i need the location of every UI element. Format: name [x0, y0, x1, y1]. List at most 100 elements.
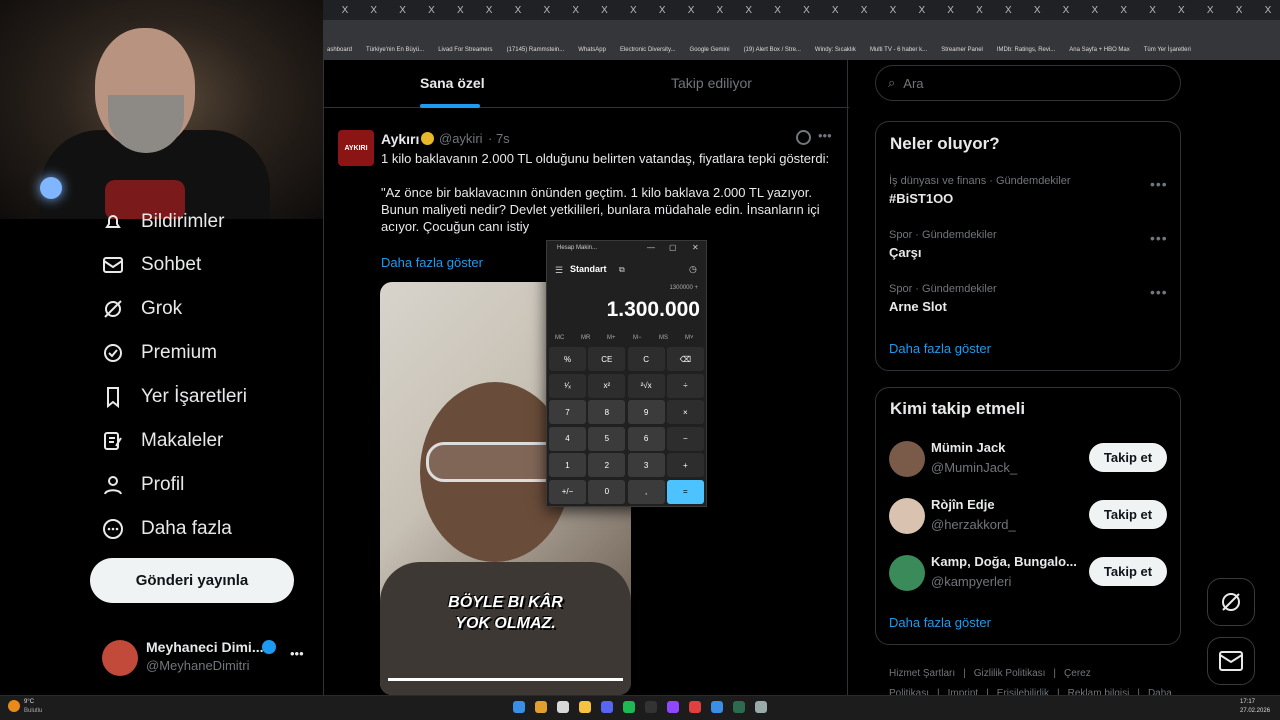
bookmark-item[interactable]: (19) Alert Box / Stre...	[744, 47, 801, 53]
browser-tab[interactable]: X	[333, 5, 357, 16]
browser-tab[interactable]: X	[1227, 5, 1251, 16]
calc-key[interactable]: +	[666, 453, 704, 477]
bookmark-item[interactable]: Streamer Panel	[941, 47, 983, 53]
follow-name[interactable]: Ròjîn Edje	[931, 497, 995, 512]
follow-button[interactable]: Takip et	[1089, 500, 1167, 529]
tweet-handle[interactable]: @aykiri	[439, 131, 483, 146]
trend-more-icon[interactable]: •••	[1150, 176, 1168, 192]
tweet-more-icon[interactable]: •••	[818, 128, 832, 143]
bookmark-item[interactable]: Livad For Streamers	[438, 47, 492, 53]
follow-name[interactable]: Mümin Jack	[931, 440, 1005, 455]
browser-tab[interactable]: X	[823, 5, 847, 16]
trend-name[interactable]: Çarşı	[889, 245, 922, 260]
minimize-icon[interactable]: —	[647, 243, 655, 252]
calc-key[interactable]: 1	[549, 453, 586, 477]
sidebar-item-person[interactable]: Profil	[100, 468, 184, 502]
calc-key[interactable]: 7	[549, 400, 586, 424]
calc-key[interactable]: CE	[588, 347, 626, 371]
calc-key[interactable]: 3	[627, 453, 665, 477]
keep-on-top-icon[interactable]: ⧉	[619, 265, 625, 275]
sidebar-item-more-circle[interactable]: Daha fazla	[100, 512, 232, 546]
taskbar-app-icon[interactable]	[645, 701, 657, 713]
bookmark-item[interactable]: Ana Sayfa + HBO Max	[1069, 47, 1130, 53]
show-more-link[interactable]: Daha fazla göster	[381, 255, 483, 270]
taskbar-app-icon[interactable]	[689, 701, 701, 713]
trend-name[interactable]: #BiST1OO	[889, 191, 953, 206]
follow-button[interactable]: Takip et	[1089, 443, 1167, 472]
tweet-avatar[interactable]: AYKIRI	[338, 130, 374, 166]
browser-tab[interactable]: X	[593, 5, 617, 16]
browser-tab[interactable]: X	[1083, 5, 1107, 16]
tweet-author[interactable]: Aykırı	[381, 131, 419, 147]
browser-tab[interactable]: X	[910, 5, 934, 16]
browser-tab[interactable]: X	[708, 5, 732, 16]
browser-tab[interactable]: X	[535, 5, 559, 16]
bookmark-item[interactable]: ashboard	[327, 47, 352, 53]
sidebar-item-bookmark[interactable]: Yer İşaretleri	[100, 380, 247, 414]
post-button[interactable]: Gönderi yayınla	[90, 558, 294, 603]
browser-tab[interactable]: X	[650, 5, 674, 16]
calc-key[interactable]: 9	[627, 400, 665, 424]
bookmark-item[interactable]: Türkiye'nin En Büyü...	[366, 47, 424, 53]
browser-tab[interactable]: X	[362, 5, 386, 16]
browser-tab[interactable]: X	[506, 5, 530, 16]
footer-link[interactable]: Hizmet Şartları	[889, 668, 955, 679]
calc-key[interactable]: 5	[588, 426, 626, 451]
calc-memory-key[interactable]: M˅	[685, 335, 694, 341]
calc-memory-key[interactable]: MC	[555, 335, 564, 341]
browser-tab[interactable]: X	[968, 5, 992, 16]
account-switcher[interactable]: Meyhaneci Dimi... @MeyhaneDimitri •••	[100, 636, 310, 682]
bookmark-item[interactable]: Electronic Diversity...	[620, 47, 676, 53]
calc-key[interactable]: 4	[549, 426, 586, 451]
browser-tab[interactable]: X	[1112, 5, 1136, 16]
sidebar-item-article[interactable]: Makaleler	[100, 424, 223, 458]
browser-tab[interactable]: X	[795, 5, 819, 16]
calc-key[interactable]: %	[549, 347, 586, 371]
browser-tab[interactable]: X	[1198, 5, 1222, 16]
avatar[interactable]	[889, 555, 925, 591]
bookmark-item[interactable]: Multi TV - 6 haber k...	[870, 47, 927, 53]
calc-key[interactable]: ²√x	[627, 373, 665, 398]
taskbar-app-icon[interactable]	[711, 701, 723, 713]
follow-name[interactable]: Kamp, Doğa, Bungalo...	[931, 554, 1077, 569]
sidebar-item-bell[interactable]: Bildirimler	[100, 205, 224, 239]
browser-tab[interactable]: X	[1141, 5, 1165, 16]
calc-memory-key[interactable]: MS	[659, 335, 668, 341]
search-input[interactable]: ⌕ Ara	[875, 65, 1181, 101]
taskbar-app-icon[interactable]	[623, 701, 635, 713]
trend-more-icon[interactable]: •••	[1150, 230, 1168, 246]
bookmark-item[interactable]: Tüm Yer İşaretleri	[1144, 47, 1191, 53]
messages-button[interactable]	[1207, 637, 1255, 685]
history-icon[interactable]: ◷	[689, 264, 697, 275]
trend-more-icon[interactable]: •••	[1150, 284, 1168, 300]
tab-for-you[interactable]: Sana özel	[420, 75, 485, 91]
footer-link[interactable]: Gizlilik Politikası	[974, 668, 1046, 679]
calc-key[interactable]: ,	[627, 479, 665, 504]
taskbar-app-icon[interactable]	[601, 701, 613, 713]
taskbar-app-icon[interactable]	[513, 701, 525, 713]
browser-tab[interactable]: X	[621, 5, 645, 16]
bookmark-item[interactable]: Windy: Sıcaklık	[815, 47, 856, 53]
calc-key[interactable]: x²	[588, 373, 626, 398]
bookmark-item[interactable]: WhatsApp	[578, 47, 606, 53]
taskbar-app-icon[interactable]	[667, 701, 679, 713]
calc-key[interactable]: C	[627, 347, 665, 371]
taskbar-app-icon[interactable]	[579, 701, 591, 713]
browser-tab[interactable]: X	[1054, 5, 1078, 16]
browser-tab[interactable]: X	[477, 5, 501, 16]
calc-key[interactable]: ×	[666, 400, 704, 424]
calc-key[interactable]: +/−	[549, 479, 586, 504]
browser-tab[interactable]: X	[391, 5, 415, 16]
calc-key[interactable]: 8	[588, 400, 626, 424]
grok-button[interactable]	[1207, 578, 1255, 626]
video-progress[interactable]	[388, 678, 623, 681]
calc-key[interactable]: 6	[627, 426, 665, 451]
browser-tab[interactable]: X	[766, 5, 790, 16]
sidebar-item-mail[interactable]: Sohbet	[100, 248, 201, 282]
browser-tab[interactable]: X	[1169, 5, 1193, 16]
calc-key[interactable]: ⌫	[666, 347, 704, 371]
browser-tab[interactable]: X	[1256, 5, 1280, 16]
trends-more-link[interactable]: Daha fazla göster	[889, 341, 991, 356]
avatar[interactable]	[889, 441, 925, 477]
browser-tab[interactable]: X	[881, 5, 905, 16]
